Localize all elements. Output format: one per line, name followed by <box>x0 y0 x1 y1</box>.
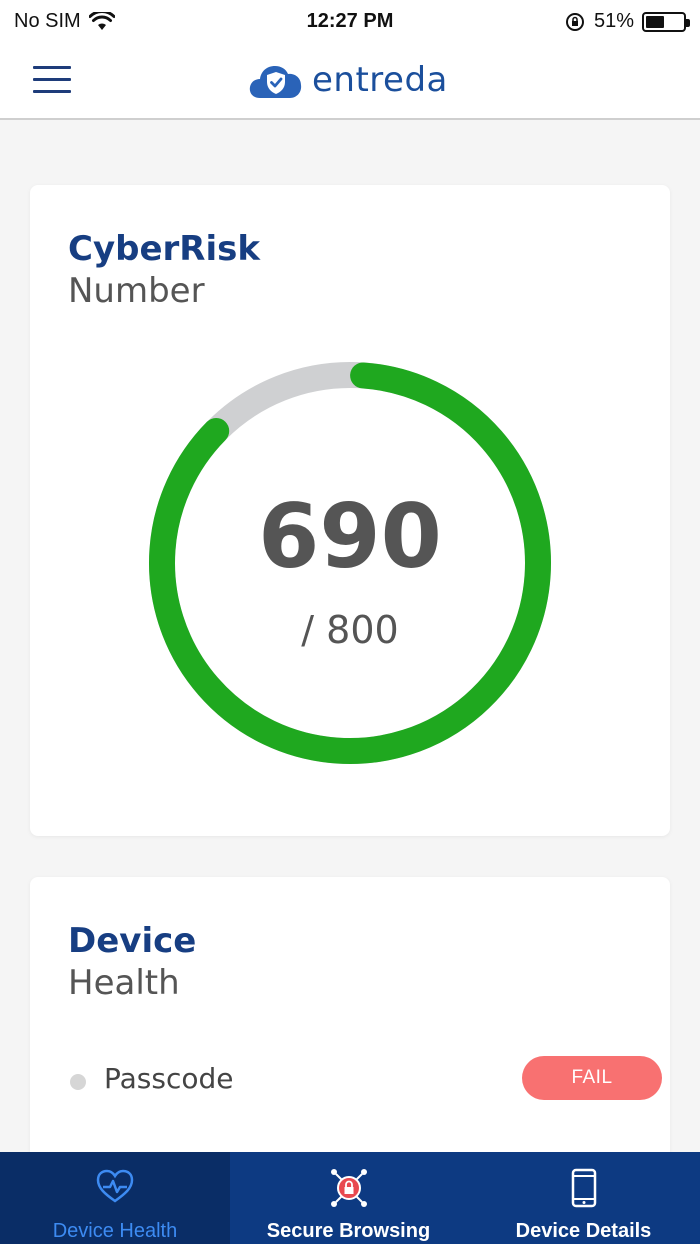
cyberrisk-score: 690 <box>258 485 442 588</box>
tab-secure-browsing[interactable]: Secure Browsing <box>230 1152 467 1244</box>
battery-percent: 51% <box>593 10 634 32</box>
tab-label: Device Details <box>515 1220 652 1242</box>
tab-bar: Device Health Secure Browsing Device Det… <box>0 1152 700 1244</box>
tab-device-health[interactable]: Device Health <box>0 1152 230 1244</box>
cyberrisk-title: CyberRisk <box>68 229 260 269</box>
phone-icon <box>571 1168 596 1208</box>
device-health-title: Device <box>68 921 197 961</box>
orientation-lock-icon <box>565 12 584 31</box>
menu-button[interactable] <box>33 66 73 94</box>
heart-pulse-icon <box>96 1169 134 1203</box>
device-health-card: Device Health Passcode FAIL <box>30 877 670 1177</box>
status-badge: FAIL <box>522 1056 662 1100</box>
cyberrisk-subtitle: Number <box>68 271 205 311</box>
battery-fill <box>646 15 664 28</box>
shield-lock-icon <box>330 1169 367 1207</box>
brand-logo: entreda <box>248 58 448 102</box>
tab-label: Device Health <box>52 1220 178 1242</box>
status-bar: No SIM 12:27 PM 51% <box>0 0 700 44</box>
cyberrisk-max: / 800 <box>301 608 399 652</box>
check-row-passcode[interactable]: Passcode FAIL <box>68 1056 662 1104</box>
tab-label: Secure Browsing <box>266 1220 431 1242</box>
cyberrisk-card: CyberRisk Number 690 / 800 <box>30 185 670 836</box>
cloud-shield-icon <box>249 66 302 98</box>
check-label: Passcode <box>104 1062 234 1095</box>
tab-device-details[interactable]: Device Details <box>467 1152 700 1244</box>
status-dot <box>70 1074 86 1090</box>
status-right: 51% <box>564 10 690 33</box>
app-header: entreda <box>0 44 700 120</box>
brand-name: entreda <box>312 60 448 100</box>
device-health-subtitle: Health <box>68 963 180 1003</box>
battery-icon <box>642 11 690 32</box>
